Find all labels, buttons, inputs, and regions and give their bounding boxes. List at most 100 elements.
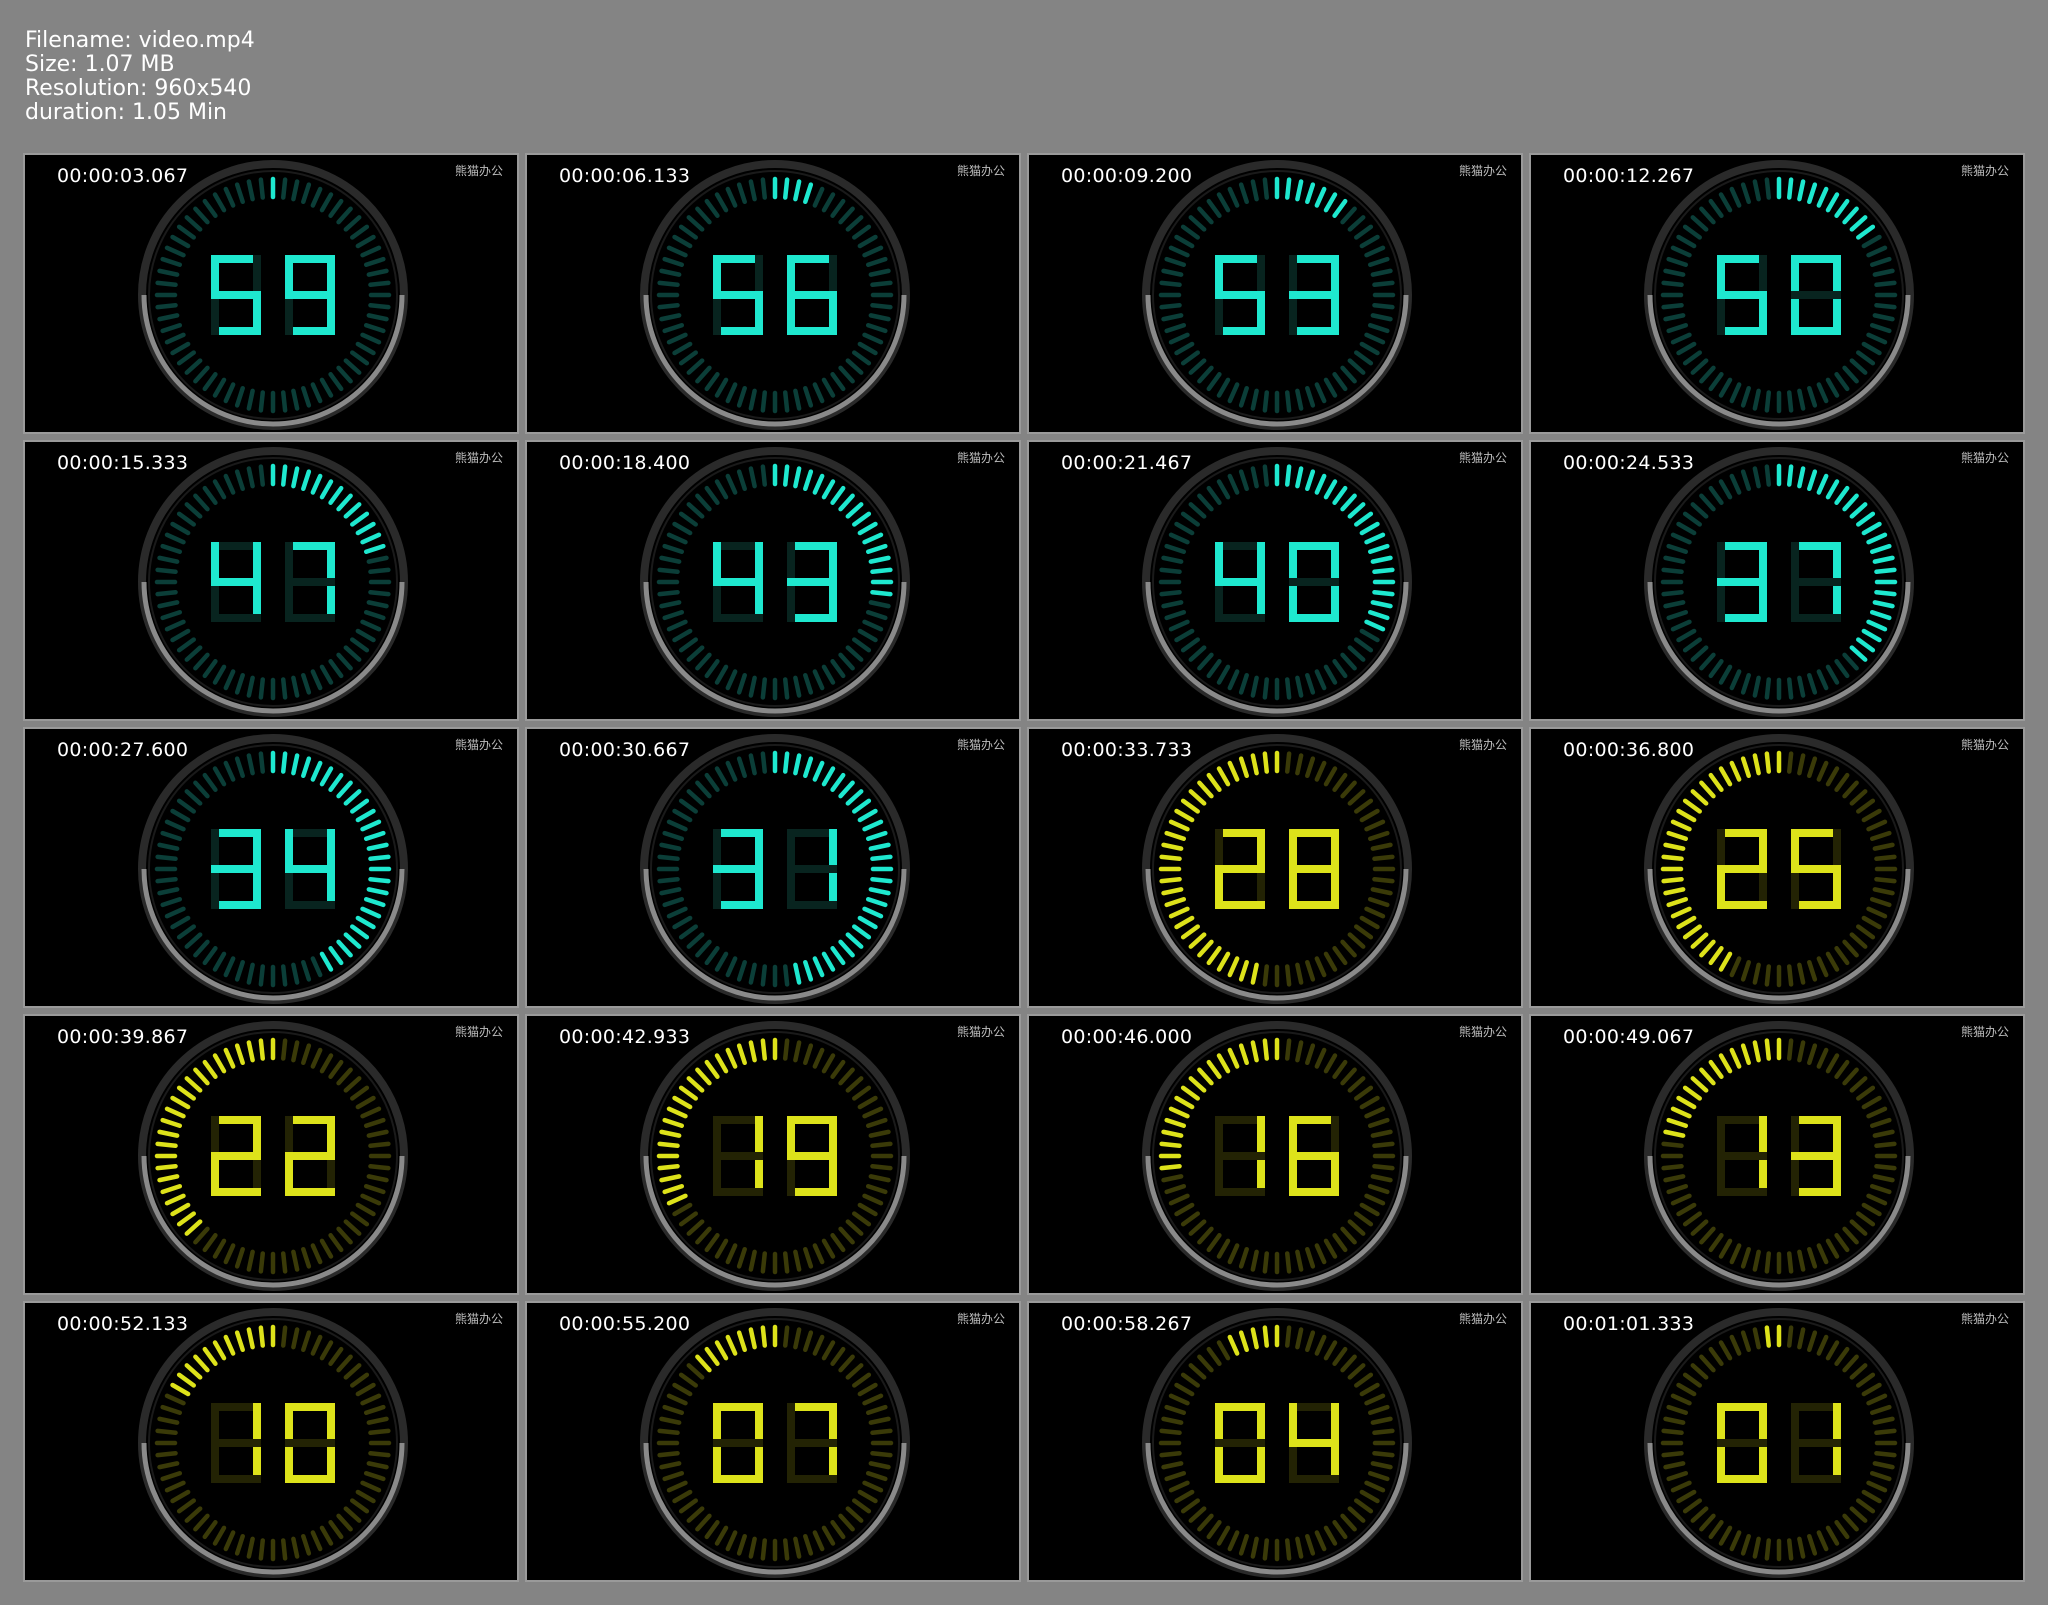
tick-mark: [1825, 766, 1840, 787]
digit-segment-b: [1331, 542, 1339, 582]
tick-mark: [1816, 760, 1829, 782]
tick-mark: [657, 589, 680, 597]
tick-mark: [1807, 1533, 1818, 1556]
tick-mark: [760, 964, 768, 987]
watermark-text: 熊猫办公: [454, 1312, 503, 1326]
tick-mark: [868, 555, 891, 564]
digit-segment-e: [211, 869, 219, 909]
tick-mark: [725, 186, 738, 208]
tick-mark: [830, 1520, 846, 1540]
watermark-text: 熊猫办公: [956, 738, 1005, 752]
tick-mark: [1872, 313, 1895, 322]
tick-mark: [291, 753, 300, 776]
tick-mark: [223, 1047, 236, 1069]
tick-mark: [1364, 1106, 1386, 1119]
tick-mark: [838, 1226, 855, 1245]
tick-mark: [1682, 1372, 1702, 1388]
tick-mark: [748, 962, 757, 985]
tick-mark: [1690, 789, 1709, 806]
tick-mark: [812, 382, 825, 404]
frame-timestamp: 00:00:09.200: [1061, 165, 1193, 187]
tick-mark: [1332, 659, 1348, 679]
tick-mark: [368, 1450, 391, 1458]
tick-mark: [803, 1246, 814, 1269]
tick-mark: [1682, 1498, 1702, 1514]
digit-segment-f: [787, 1403, 795, 1443]
tick-mark: [1354, 637, 1374, 653]
tick-mark: [1661, 280, 1684, 288]
tick-mark: [1663, 1416, 1686, 1425]
digit-segment-f: [787, 542, 795, 582]
digit-segment-b: [1833, 542, 1841, 582]
tick-mark: [343, 932, 362, 949]
tick-mark: [803, 182, 814, 205]
tick-mark: [160, 1471, 183, 1482]
tick-mark: [1188, 1506, 1207, 1523]
digit-segment-e: [1289, 1443, 1297, 1483]
tick-mark: [1216, 1525, 1231, 1546]
tick-mark: [366, 600, 389, 609]
digit-segment-e: [787, 1443, 795, 1483]
tick-mark: [291, 1040, 300, 1063]
tick-mark: [328, 1520, 344, 1540]
tick-mark: [1666, 830, 1689, 841]
tick-mark: [1372, 854, 1395, 862]
tick-mark: [328, 946, 344, 966]
tick-mark: [291, 675, 300, 698]
tick-mark: [704, 485, 720, 505]
tick-mark: [1174, 1095, 1195, 1110]
digit-segment-b: [327, 829, 335, 869]
tick-mark: [1262, 1038, 1270, 1061]
tick-mark: [686, 502, 705, 519]
tick-mark: [1340, 939, 1357, 958]
countdown-clock: [1644, 1308, 1914, 1578]
tick-mark: [157, 313, 180, 322]
tick-mark: [1682, 798, 1702, 814]
tick-mark: [1663, 887, 1686, 896]
digit-segment-f: [1215, 1116, 1223, 1156]
tick-mark: [1227, 382, 1240, 404]
digit-segment-g: [1215, 1439, 1265, 1447]
tick-mark: [1740, 469, 1751, 492]
tick-mark: [662, 323, 685, 334]
frame-timestamp: 00:00:46.000: [1061, 1026, 1193, 1048]
tick-mark: [1834, 946, 1850, 966]
tick-mark: [328, 485, 344, 505]
tick-mark: [714, 1053, 729, 1074]
tick-mark: [1372, 302, 1395, 310]
digit-segment-g: [211, 865, 261, 873]
tick-mark: [760, 751, 768, 774]
tick-mark: [1206, 772, 1222, 792]
tick-mark: [1666, 1404, 1689, 1415]
tick-mark: [659, 1129, 682, 1138]
tick-mark: [1752, 675, 1761, 698]
tick-mark: [246, 466, 255, 489]
tick-mark: [202, 1520, 218, 1540]
tick-mark: [160, 1184, 183, 1195]
tick-mark: [838, 1513, 855, 1532]
tick-mark: [1305, 756, 1316, 779]
tick-mark: [234, 385, 245, 408]
tick-mark: [736, 672, 747, 695]
tick-mark: [672, 1382, 693, 1397]
tick-mark: [793, 388, 802, 411]
tick-mark: [1314, 382, 1327, 404]
tick-mark: [748, 1327, 757, 1350]
tick-mark: [782, 751, 790, 774]
tick-mark: [1708, 946, 1724, 966]
tick-mark: [725, 1243, 738, 1265]
tick-mark: [1250, 1249, 1259, 1272]
tick-mark: [363, 1471, 386, 1482]
tick-mark: [1729, 956, 1742, 978]
video-thumbnail: 00:01:01.333 熊猫办公: [1531, 1303, 2023, 1580]
tick-mark: [793, 1249, 802, 1272]
tick-mark: [1238, 182, 1249, 205]
tick-mark: [1872, 887, 1895, 896]
tick-mark: [1661, 302, 1684, 310]
digit-segment-b: [327, 255, 335, 295]
tick-mark: [1699, 652, 1716, 671]
tick-mark: [1807, 385, 1818, 408]
tick-mark: [1238, 469, 1249, 492]
tick-mark: [258, 1538, 266, 1561]
digit-segment-f: [285, 1403, 293, 1443]
